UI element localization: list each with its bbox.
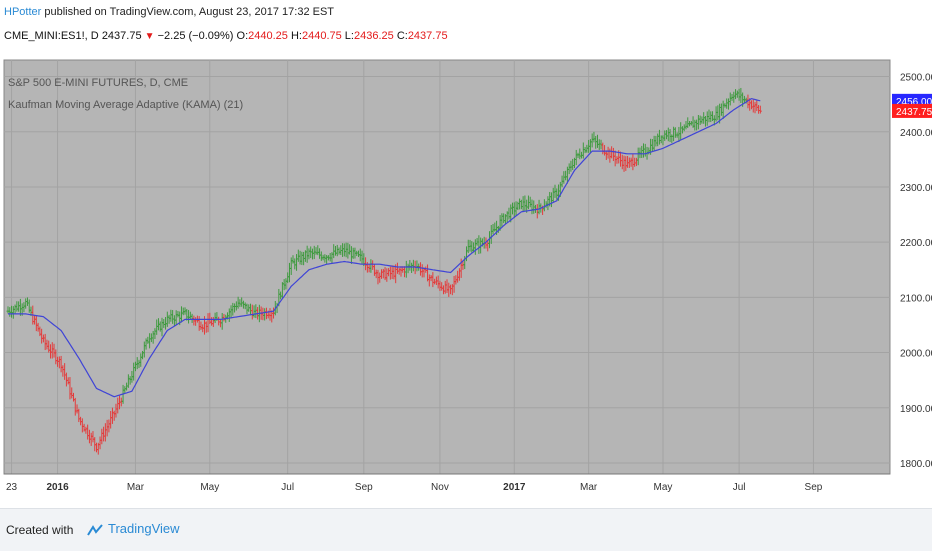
- price-change: −2.25 (−0.09%): [157, 30, 234, 42]
- x-tick-label: Mar: [127, 482, 145, 493]
- y-tick-label: 2100.00: [900, 293, 932, 304]
- x-tick-label: Jul: [733, 482, 746, 493]
- tradingview-cloud-icon: [87, 523, 103, 536]
- y-tick-label: 2300.00: [900, 183, 932, 194]
- y-tick-label: 1900.00: [900, 404, 932, 415]
- x-tick-label: Jul: [281, 482, 294, 493]
- x-tick-label: 23: [6, 482, 18, 493]
- y-tick-label: 2000.00: [900, 349, 932, 360]
- y-tick-label: 2500.00: [900, 73, 932, 84]
- last-price-tags: 2456.002437.75: [892, 93, 932, 118]
- x-tick-label: Sep: [805, 482, 823, 493]
- last-price: 2437.75: [101, 30, 142, 42]
- x-tick-label: 2017: [503, 482, 526, 493]
- price-chart[interactable]: S&P 500 E-MINI FUTURES, D, CME Kaufman M…: [0, 56, 932, 506]
- x-tick-label: Sep: [355, 482, 373, 493]
- plot-area[interactable]: [3, 59, 891, 475]
- x-tick-label: Nov: [431, 482, 449, 493]
- open-label: O:: [236, 30, 249, 42]
- y-tick-label: 2200.00: [900, 238, 932, 249]
- low-value: 2436.25: [353, 30, 394, 42]
- published-text: published on TradingView.com, August 23,…: [44, 6, 335, 18]
- tradingview-logo[interactable]: TradingView: [86, 521, 180, 536]
- y-tick-label: 2400.00: [900, 128, 932, 139]
- overlay-title: S&P 500 E-MINI FUTURES, D, CME: [8, 77, 188, 89]
- footer: Created with TradingView: [0, 508, 932, 551]
- created-with-text: Created with: [6, 523, 74, 537]
- low-label: L:: [344, 30, 354, 42]
- open-value: 2440.25: [248, 30, 288, 42]
- x-tick-label: 2016: [46, 482, 69, 493]
- high-value: 2440.75: [301, 30, 342, 42]
- publication-line: HPotter published on TradingView.com, Au…: [4, 6, 334, 18]
- close-value: 2437.75: [407, 30, 448, 42]
- x-tick-label: Mar: [580, 482, 598, 493]
- high-label: H:: [290, 30, 302, 42]
- symbol-name[interactable]: CME_MINI:ES1!, D: [4, 30, 99, 42]
- price-tag-text: 2437.75: [896, 107, 932, 118]
- y-tick-label: 1800.00: [900, 459, 932, 470]
- author-link[interactable]: HPotter: [4, 6, 41, 18]
- x-tick-label: May: [200, 482, 219, 493]
- down-triangle-icon: ▼: [144, 31, 155, 42]
- indicator-title: Kaufman Moving Average Adaptive (KAMA) (…: [8, 99, 243, 111]
- symbol-legend: CME_MINI:ES1!, D 2437.75 ▼ −2.25 (−0.09%…: [4, 30, 448, 42]
- close-label: C:: [396, 30, 408, 42]
- brand-name: TradingView: [108, 521, 180, 536]
- x-tick-label: May: [654, 482, 673, 493]
